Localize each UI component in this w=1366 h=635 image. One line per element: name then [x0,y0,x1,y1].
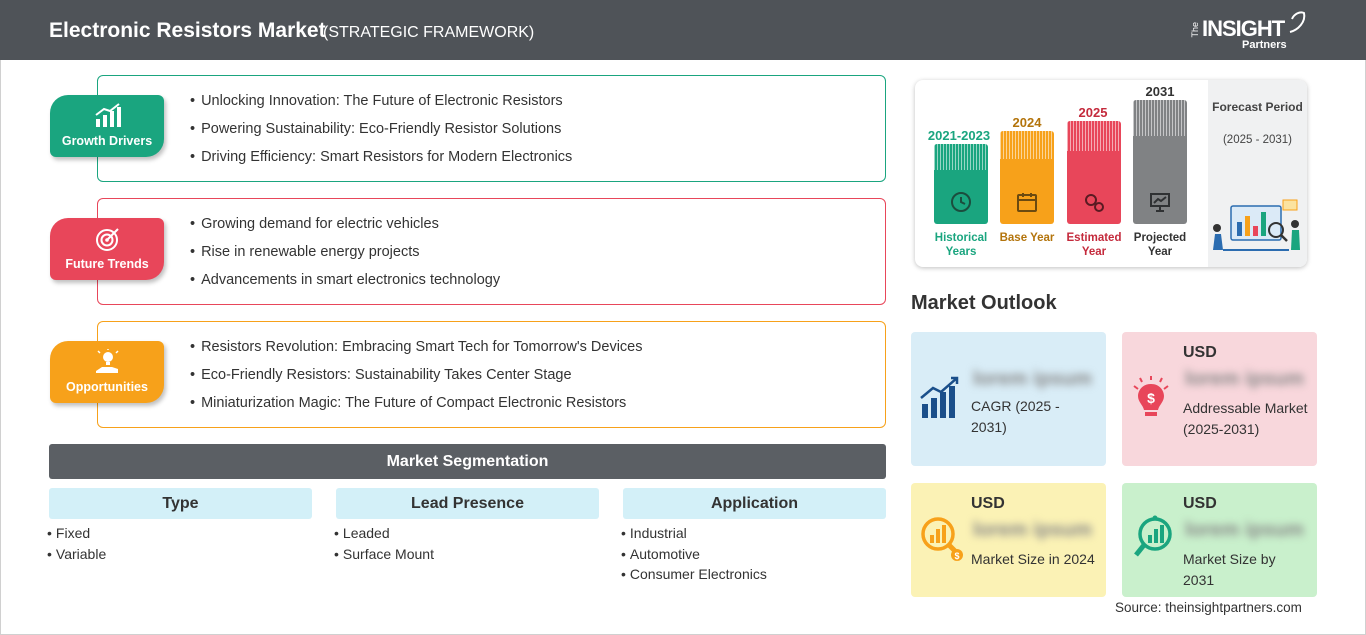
presentation-icon [1150,193,1170,212]
badge-label: Growth Drivers [61,134,153,148]
bar-year-historical: 2021-2023 [927,128,991,143]
list-item: Powering Sustainability: Eco-Friendly Re… [190,121,572,149]
history-icon [951,192,971,212]
forecast-period-range: (2025 - 2031) [1222,134,1293,146]
svg-text:$: $ [1147,390,1155,406]
list-item: Rise in renewable energy projects [190,244,500,272]
list-item: Leaded [334,525,434,546]
bar-base [1000,131,1054,224]
target-icon [96,228,119,251]
company-logo[interactable]: The INSIGHT Partners [1190,10,1320,54]
growth-drivers-card: Unlocking Innovation: The Future of Elec… [97,75,886,182]
bar-caption-projected: Projected Year [1133,232,1187,258]
list-item: Growing demand for electric vehicles [190,216,500,244]
list-item: Automotive [621,546,767,567]
outlook-description: Addressable Market (2025-2031) [1183,400,1308,437]
growth-drivers-badge: Growth Drivers [50,95,164,157]
list-item: Miniaturization Magic: The Future of Com… [190,395,643,423]
bar-growth-icon [920,376,959,418]
outlook-description: Market Size in 2024 [971,551,1095,567]
future-trends-card: Growing demand for electric vehicles Ris… [97,198,886,305]
segment-application-title: Application [623,488,886,519]
svg-text:$: $ [954,551,959,561]
segment-type-title: Type [49,488,312,519]
outlook-value-blurred: lorem ipsum [1185,519,1304,541]
segment-lead-presence-list: Leaded Surface Mount [334,525,434,566]
bar-caption-estimated: Estimated Year [1066,232,1122,258]
outlook-description: CAGR (2025 - 2031) [971,398,1060,435]
outlook-card-cagr: lorem ipsum CAGR (2025 - 2031) [911,332,1106,466]
outlook-currency: USD [1183,495,1217,512]
list-item: Consumer Electronics [621,566,767,587]
page-header: Electronic Resistors Market (STRATEGIC F… [0,0,1366,60]
outlook-card-addressable-market: $ USD lorem ipsum Addressable Market (20… [1122,332,1317,466]
list-item: Driving Efficiency: Smart Resistors for … [190,149,572,177]
outlook-value-blurred: lorem ipsum [1185,368,1304,390]
list-item: Eco-Friendly Resistors: Sustainability T… [190,367,643,395]
segment-application-list: Industrial Automotive Consumer Electroni… [621,525,767,587]
segment-type-list: Fixed Variable [47,525,106,566]
bar-year-projected: 2031 [1145,84,1175,99]
segmentation-title: Market Segmentation [49,444,886,479]
magnifier-chart-icon: $ [921,517,963,561]
bar-year-base: 2024 [1012,115,1042,130]
list-item: Fixed [47,525,106,546]
outlook-currency: USD [971,495,1005,512]
opportunities-badge: Opportunities [50,341,164,403]
outlook-value-blurred: lorem ipsum [973,519,1092,541]
source-note[interactable]: Source: theinsightpartners.com [1115,600,1302,615]
future-trends-list: Growing demand for electric vehicles Ris… [190,216,500,300]
list-item: Resistors Revolution: Embracing Smart Te… [190,339,642,367]
bar-estimated [1067,121,1121,224]
future-trends-badge: Future Trends [50,218,164,280]
list-item: Industrial [621,525,767,546]
timeline-panel: Forecast Period (2025 - 2031) 2021-2023 … [915,80,1307,267]
list-item: Unlocking Innovation: The Future of Elec… [190,93,572,121]
outlook-currency: USD [1183,344,1217,361]
outlook-value-blurred: lorem ipsum [973,368,1092,390]
forecast-period-label: Forecast Period [1212,100,1303,114]
logo-the: The [1190,22,1200,38]
bar-historical [934,144,988,224]
outlook-card-market-size-2024: $ USD lorem ipsum Market Size in 2024 [911,483,1106,597]
bar-year-estimated: 2025 [1078,105,1108,120]
badge-label: Future Trends [65,257,149,271]
opportunities-list: Resistors Revolution: Embracing Smart Te… [190,339,643,423]
logo-swoosh-icon [1289,11,1306,33]
list-item: Variable [47,546,106,567]
logo-partners: Partners [1242,39,1287,51]
page-title: Electronic Resistors Market [49,19,326,42]
outlook-card-market-size-2031: USD lorem ipsum Market Size by 2031 [1122,483,1317,597]
growth-drivers-list: Unlocking Innovation: The Future of Elec… [190,93,572,177]
bar-caption-historical: Historical Years [934,232,988,258]
badge-label: Opportunities [66,380,148,394]
opportunities-card: Resistors Revolution: Embracing Smart Te… [97,321,886,428]
list-item: Advancements in smart electronics techno… [190,272,500,300]
bar-projected [1133,100,1187,224]
page-subtitle: (STRATEGIC FRAMEWORK) [323,24,535,41]
bar-caption-base: Base Year [999,232,1055,244]
outlook-description: Market Size by 2031 [1183,551,1276,588]
market-outlook-title: Market Outlook [911,292,1057,314]
dollar-bulb-icon: $ [1133,376,1169,416]
lightbulb-hand-icon [96,349,119,373]
segment-lead-presence-title: Lead Presence [336,488,599,519]
list-item: Surface Mount [334,546,434,567]
calendar-icon [1017,193,1037,212]
gears-icon [1085,194,1104,212]
magnifier-growth-icon [1134,515,1172,557]
growth-chart-icon [95,103,121,127]
people-dashboard-icon [1213,199,1300,251]
